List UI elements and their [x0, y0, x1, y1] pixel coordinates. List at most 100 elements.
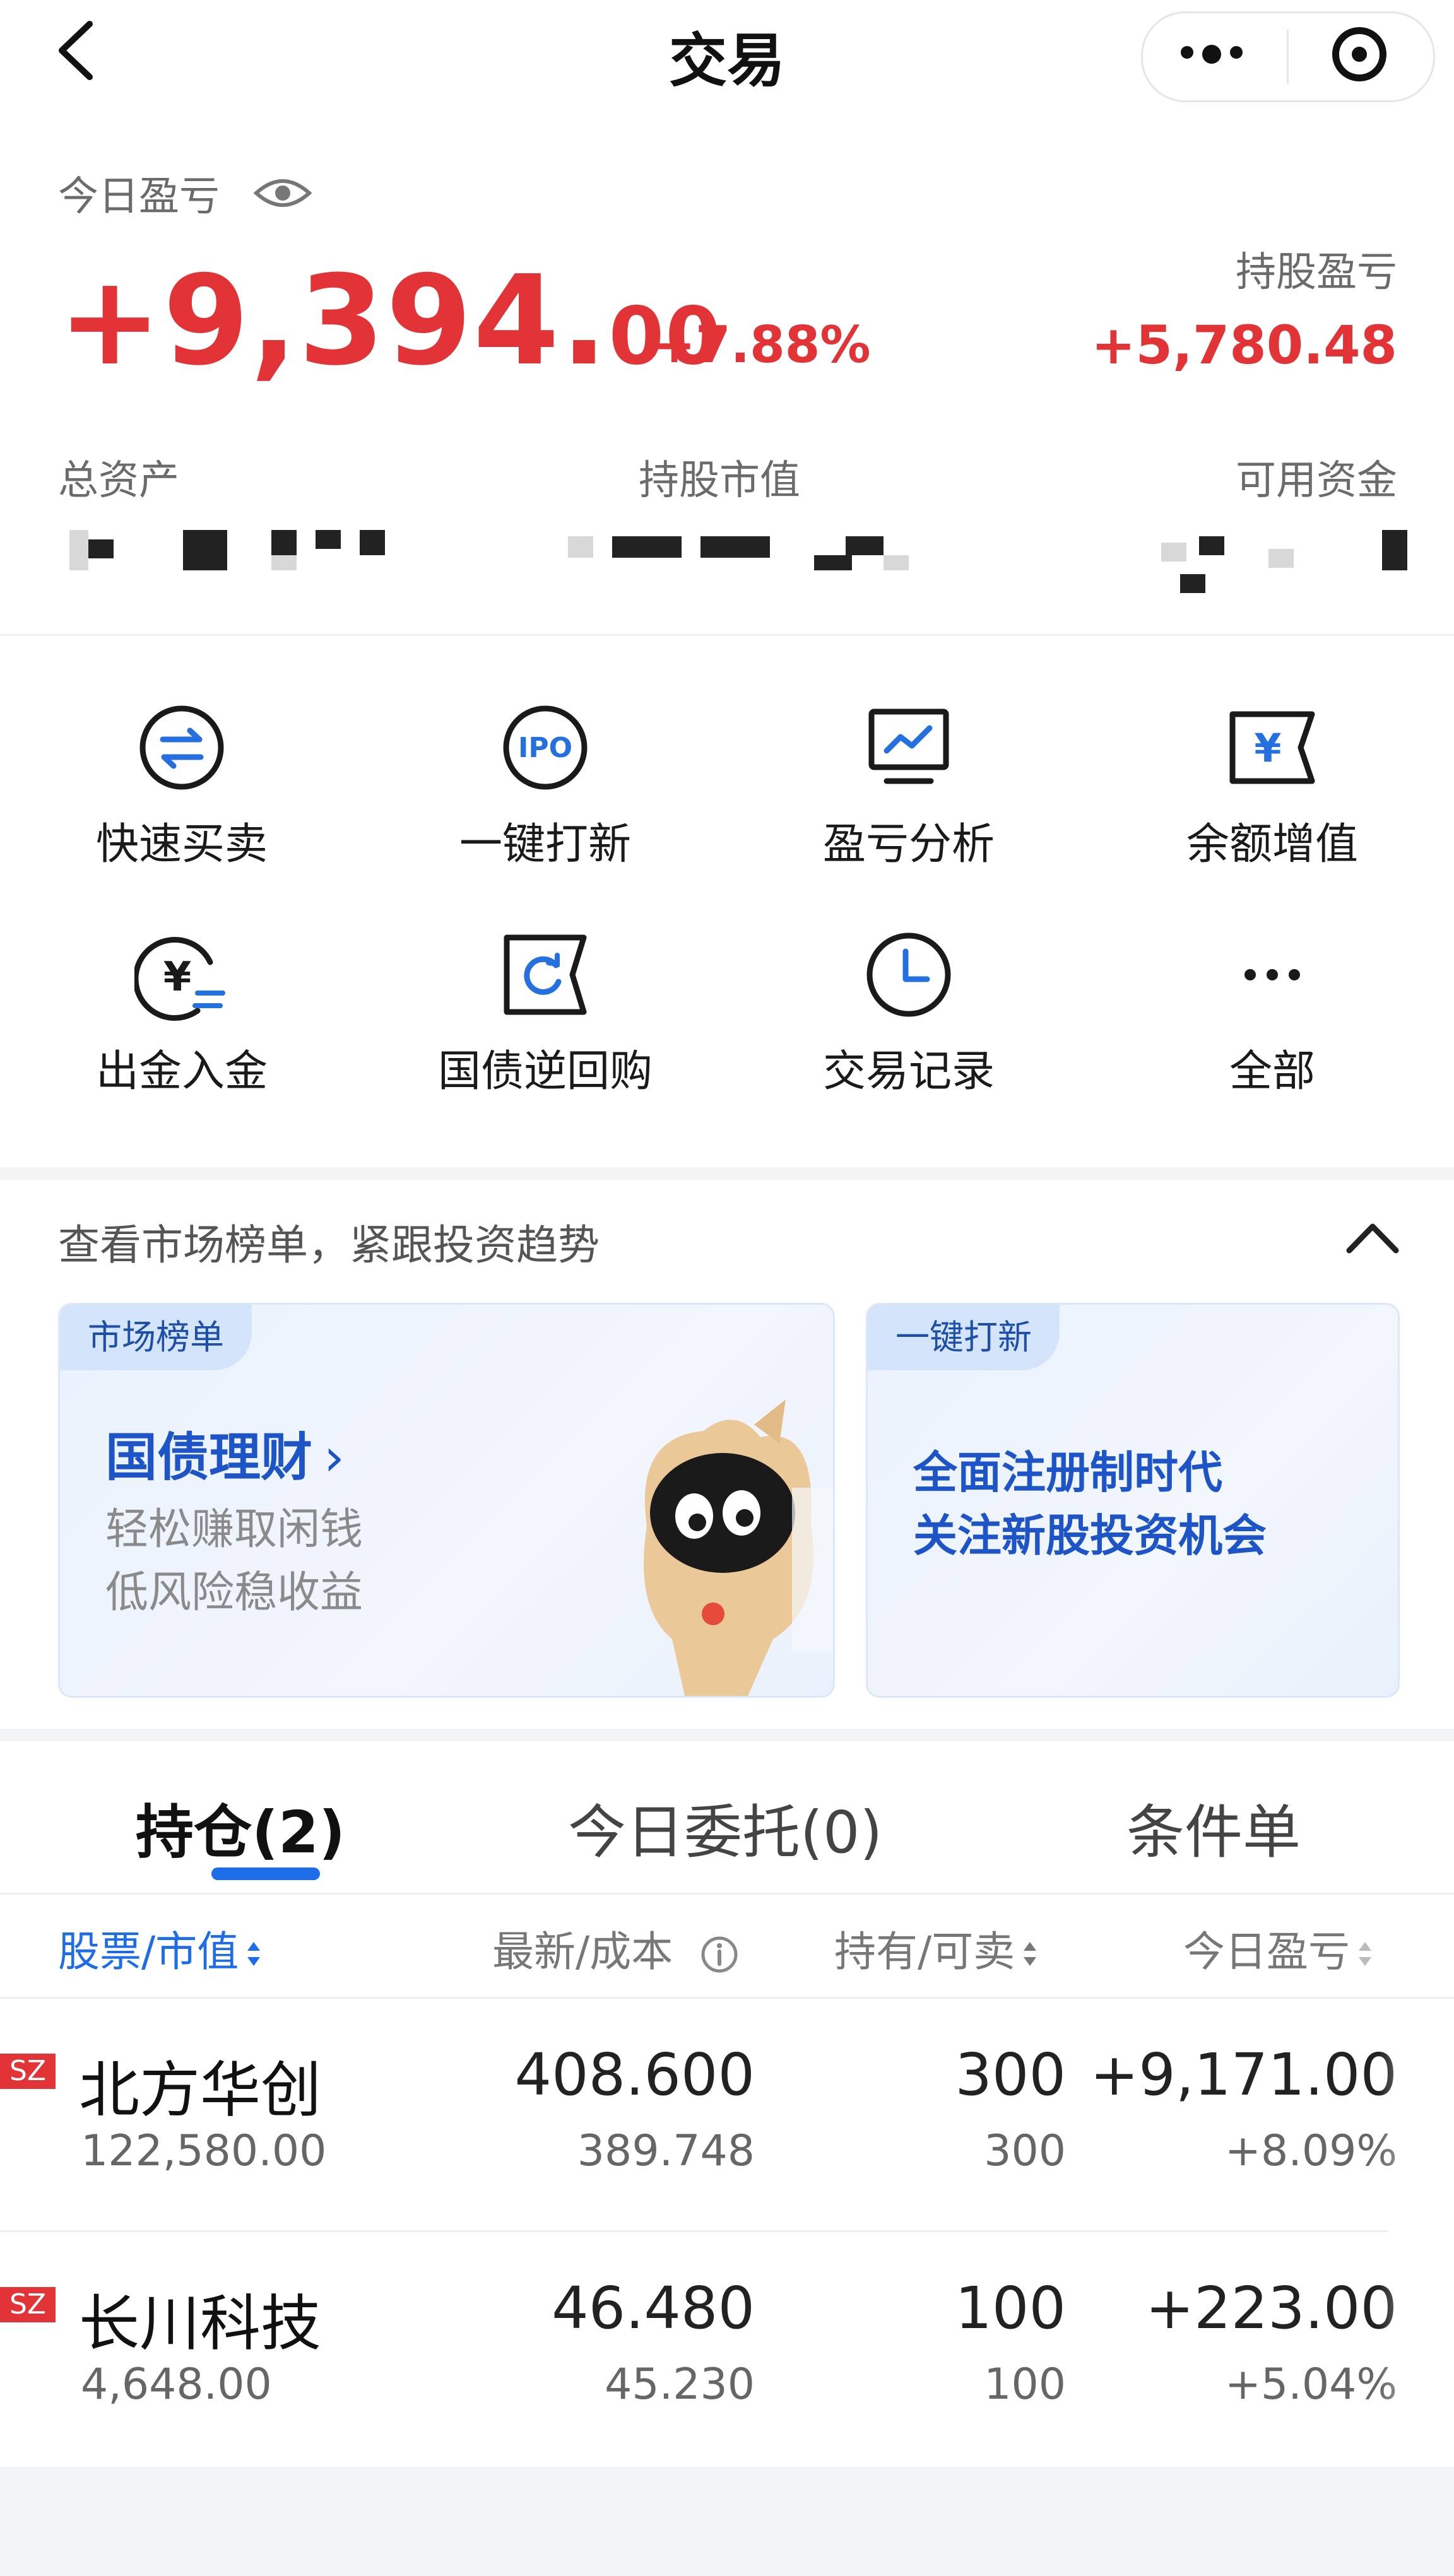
more-icon: [1244, 969, 1300, 980]
col-label: 今日盈亏: [1183, 1927, 1350, 1976]
market-section: 查看市场榜单，紧跟投资趋势 市场榜单 国债理财› 轻松赚取闲钱 低风险稳收益: [0, 1180, 1454, 1729]
sort-icon: [247, 1941, 261, 1967]
today-pl-label: 今日盈亏: [58, 173, 220, 220]
card-market-list[interactable]: 市场榜单 国债理财 › 轻松赚取闲钱 低风险稳收益: [58, 1303, 835, 1698]
tab-today-orders[interactable]: 今日委托(0): [568, 1785, 882, 1869]
available-funds-label: 可用资金: [1236, 457, 1397, 504]
today-pl-pct: +8.09%: [1225, 2126, 1397, 2176]
stock-name: 长川科技: [79, 2288, 321, 2359]
latest-price: 408.600: [514, 2041, 755, 2108]
chart-monitor-icon: [868, 709, 949, 784]
close-target-icon[interactable]: [1332, 27, 1386, 81]
today-pl-pct: +7.88%: [653, 315, 871, 374]
menu-label: 一键打新: [459, 820, 631, 869]
menu-label: 全部: [1229, 1047, 1315, 1097]
holding-pl-value: +5,780.48: [1091, 314, 1397, 376]
info-icon[interactable]: [700, 1935, 739, 1974]
today-pl-int: +9,394.: [58, 249, 609, 393]
card-line: 低风险稳收益: [105, 1568, 364, 1618]
col-hold-sellable[interactable]: 持有/可卖: [834, 1918, 1037, 1979]
card-ipo[interactable]: 一键打新 全面注册制时代 关注新股投资机会: [866, 1303, 1400, 1698]
chevron-right-icon: ›: [324, 1428, 345, 1488]
cost-price: 45.230: [605, 2360, 755, 2409]
top-bar: 交易: [0, 0, 1454, 114]
menu-item-deposit-withdraw[interactable]: ¥ 出金入金: [0, 927, 364, 1098]
row-divider: [0, 2230, 1388, 2232]
stock-name: 北方华创: [79, 2055, 321, 2126]
quick-menu: 快速买卖 IPO 一键打新 盈亏分析 ¥ 余额增值 ¥ 出金入金 国债逆回购 交…: [0, 637, 1454, 1167]
svg-text:IPO: IPO: [518, 732, 572, 764]
menu-item-trade-history[interactable]: 交易记录: [727, 927, 1090, 1098]
swap-icon: [139, 705, 224, 790]
sort-icon: [1359, 1941, 1371, 1967]
menu-label: 交易记录: [822, 1047, 995, 1097]
menu-item-all[interactable]: 全部: [1090, 927, 1454, 1098]
chevron-up-icon[interactable]: [1344, 1218, 1401, 1256]
capsule-divider: [1287, 30, 1289, 84]
yen-transfer-icon: ¥: [133, 937, 225, 1021]
today-pl-value: +9,394.00: [58, 249, 722, 393]
mascot-illustration: [609, 1399, 833, 1696]
card-title-text: 国债理财: [105, 1428, 313, 1488]
card-line: 全面注册制时代: [913, 1447, 1222, 1498]
menu-item-quick-trade[interactable]: 快速买卖: [0, 700, 364, 871]
svg-text:¥: ¥: [1254, 725, 1281, 771]
market-section-title: 查看市场榜单，紧跟投资趋势: [58, 1221, 600, 1269]
cost-price: 389.748: [577, 2126, 755, 2176]
menu-label: 余额增值: [1186, 820, 1358, 869]
col-stock-value[interactable]: 股票/市值: [58, 1918, 261, 1979]
tabs-divider: [0, 1893, 1454, 1895]
eye-icon[interactable]: [252, 174, 313, 212]
card-line: 关注新股投资机会: [913, 1510, 1267, 1561]
menu-item-reverse-repo[interactable]: 国债逆回购: [364, 927, 727, 1098]
today-pl: +223.00: [1145, 2274, 1397, 2342]
total-assets-label: 总资产: [58, 457, 179, 504]
more-dots-icon[interactable]: [1181, 45, 1251, 64]
row-edge-fade: [1378, 2025, 1454, 2202]
stock-value: 4,648.00: [81, 2360, 272, 2409]
card-tag: 一键打新: [868, 1305, 1060, 1370]
trade-page: 交易 今日盈亏 +9,394.00 +7.88% 持股盈亏 +5,780.48 …: [0, 0, 1454, 2576]
menu-item-pl-analysis[interactable]: 盈亏分析: [727, 700, 1090, 871]
market-badge: SZ: [0, 2287, 56, 2322]
svg-text:¥: ¥: [163, 954, 192, 1001]
card-tag: 市场榜单: [60, 1305, 252, 1370]
market-badge: SZ: [0, 2054, 56, 2089]
tab-conditional-orders[interactable]: 条件单: [1126, 1785, 1301, 1869]
mini-program-capsule: [1141, 11, 1435, 102]
col-label: 最新/成本: [492, 1927, 673, 1976]
ipo-icon: IPO: [503, 705, 588, 790]
col-latest-cost: 最新/成本: [492, 1918, 739, 1979]
yen-ticket-icon: ¥: [1229, 711, 1315, 784]
header-divider: [0, 1997, 1454, 1999]
table-row[interactable]: SZ 北方华创 122,580.00 408.600 389.748 300 3…: [0, 2000, 1454, 2233]
sellable-qty: 300: [984, 2126, 1066, 2176]
col-label: 股票/市值: [58, 1927, 239, 1976]
table-row[interactable]: SZ 长川科技 4,648.00 46.480 45.230 100 100 +…: [0, 2233, 1454, 2467]
col-today-pl[interactable]: 今日盈亏: [1183, 1918, 1371, 1979]
holding-pl-label: 持股盈亏: [1236, 249, 1397, 296]
tab-holdings[interactable]: 持仓(2): [136, 1785, 345, 1869]
row-edge-fade: [1378, 2259, 1454, 2435]
latest-price: 46.480: [552, 2274, 755, 2342]
menu-item-balance-growth[interactable]: ¥ 余额增值: [1090, 700, 1454, 871]
sellable-qty: 100: [984, 2360, 1066, 2409]
col-label: 持有/可卖: [834, 1927, 1015, 1976]
summary-divider: [0, 634, 1454, 636]
card-line: 轻松赚取闲钱: [105, 1505, 364, 1555]
menu-label: 国债逆回购: [437, 1047, 653, 1097]
today-pl: +9,171.00: [1090, 2041, 1397, 2108]
sort-icon: [1024, 1941, 1037, 1967]
menu-label: 出金入金: [95, 1047, 268, 1097]
menu-label: 盈亏分析: [822, 820, 995, 869]
hold-qty: 100: [955, 2274, 1066, 2342]
menu-label: 快速买卖: [95, 820, 268, 869]
market-value-label: 持股市值: [639, 457, 800, 504]
menu-item-ipo[interactable]: IPO 一键打新: [364, 700, 727, 871]
hold-qty: 300: [955, 2041, 1066, 2108]
clock-icon: [866, 932, 951, 1017]
refresh-ticket-icon: [504, 934, 587, 1015]
account-summary: 今日盈亏 +9,394.00 +7.88% 持股盈亏 +5,780.48 总资产…: [0, 114, 1454, 637]
positions-panel: 持仓(2) 今日委托(0) 条件单 股票/市值 最新/成本 持有/可卖 今日盈亏…: [0, 1741, 1454, 2467]
stock-value: 122,580.00: [81, 2126, 327, 2176]
